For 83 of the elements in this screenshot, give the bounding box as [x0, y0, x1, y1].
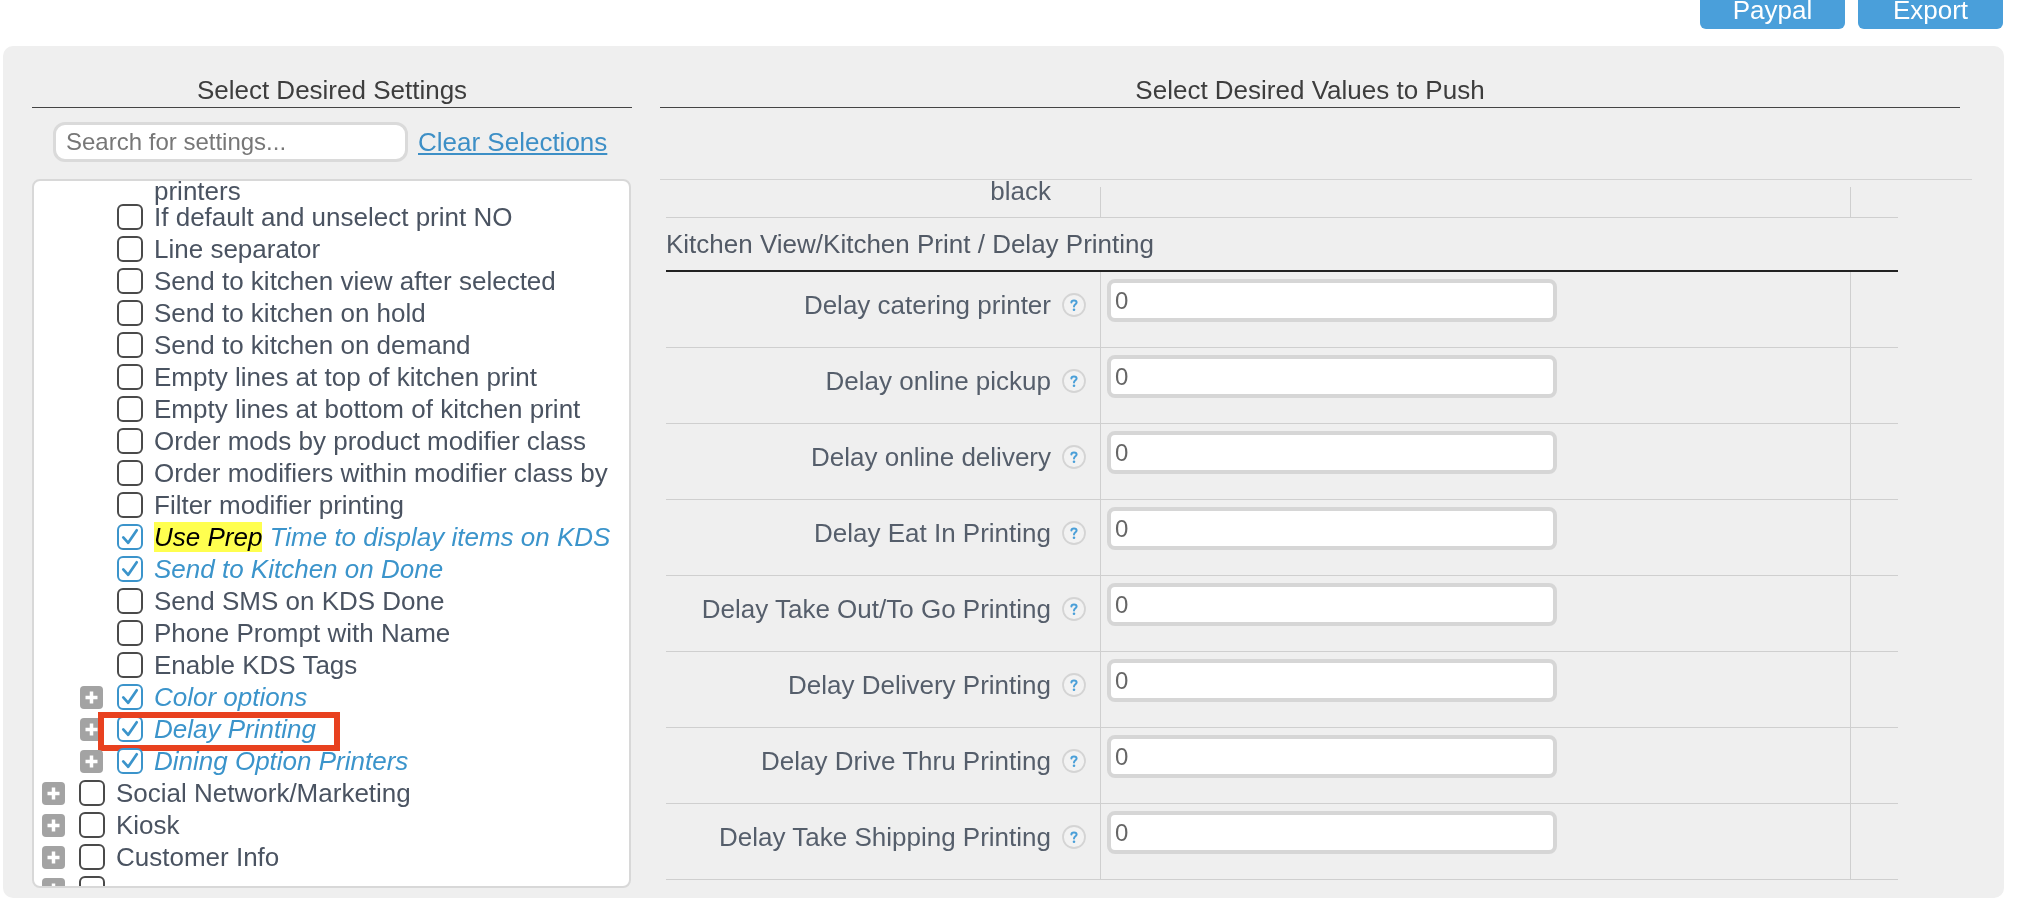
setting-label: Send to Kitchen on Done	[154, 553, 444, 585]
input-field[interactable]: 0	[1107, 583, 1557, 626]
checkbox[interactable]	[117, 620, 143, 646]
checkmark-icon	[121, 528, 139, 546]
setting-label: Order mods by product modifier class	[154, 425, 587, 457]
field-label: Delay online delivery	[811, 442, 1051, 472]
checkbox[interactable]	[117, 364, 143, 390]
checkmark-icon	[121, 688, 139, 706]
checkbox[interactable]	[117, 716, 143, 742]
section-title: Kitchen View/Kitchen Print / Delay Printing	[666, 229, 1154, 259]
field-label: Delay Take Out/To Go Printing	[701, 594, 1051, 624]
checkbox[interactable]	[79, 844, 105, 870]
setting-label: Filter modifier printing	[154, 489, 404, 521]
checkbox[interactable]	[117, 204, 143, 230]
checkbox[interactable]	[117, 748, 143, 774]
setting-label: Kiosk	[116, 809, 180, 841]
panel-title: Select Desired Values to Push	[1135, 74, 1485, 107]
help-icon[interactable]	[1062, 597, 1086, 621]
field-label: Delay Delivery Printing	[788, 670, 1051, 700]
header-button[interactable]: Export	[1858, 0, 2003, 29]
plus-icon[interactable]	[42, 781, 65, 805]
checkbox[interactable]	[117, 428, 143, 454]
panel-title: Select Desired Settings	[196, 74, 468, 107]
checkmark-icon	[121, 752, 139, 770]
setting-label: Dining Option Printers	[154, 745, 409, 777]
setting-label: Empty lines at bottom of kitchen print	[154, 393, 581, 425]
setting-label: Send to kitchen view after selected	[154, 265, 556, 297]
setting-label: Enable KDS Tags	[154, 649, 358, 681]
input-field[interactable]: 0	[1107, 811, 1557, 854]
checkbox[interactable]	[117, 460, 143, 486]
setting-label: Empty lines at top of kitchen print	[154, 361, 537, 393]
checkbox[interactable]	[117, 332, 143, 358]
checkbox[interactable]	[79, 780, 105, 806]
clear-selections-link[interactable]: Clear Selections	[418, 127, 608, 157]
search-field[interactable]: Search for settings...	[53, 122, 408, 162]
checkbox[interactable]	[79, 812, 105, 838]
checkbox[interactable]	[117, 492, 143, 518]
setting-label: Order modifiers within modifier class by	[154, 457, 608, 489]
setting-label: Phone Prompt with Name	[154, 617, 451, 649]
checkbox[interactable]	[117, 268, 143, 294]
plus-icon[interactable]	[80, 685, 103, 709]
help-icon[interactable]	[1062, 445, 1086, 469]
setting-label: Social Network/Marketing	[116, 777, 411, 809]
field-label: black	[990, 180, 1051, 202]
help-icon[interactable]	[1062, 521, 1086, 545]
help-icon[interactable]	[1062, 293, 1086, 317]
checkbox[interactable]	[117, 524, 143, 550]
checkbox[interactable]	[117, 236, 143, 262]
input-field[interactable]: 0	[1107, 431, 1557, 474]
setting-label: Send to kitchen on demand	[154, 329, 471, 361]
help-icon[interactable]	[1062, 825, 1086, 849]
checkmark-icon	[121, 560, 139, 578]
setting-label: Line separator	[154, 233, 321, 265]
header-button[interactable]: Paypal	[1700, 0, 1845, 29]
checkmark-icon	[121, 720, 139, 738]
checkbox[interactable]	[117, 652, 143, 678]
input-field[interactable]: 0	[1107, 735, 1557, 778]
help-icon[interactable]	[1062, 673, 1086, 697]
field-label: Delay online pickup	[825, 366, 1051, 396]
input-field[interactable]: 0	[1107, 355, 1557, 398]
checkbox[interactable]	[117, 556, 143, 582]
setting-label: Color options	[154, 681, 308, 713]
checkbox[interactable]	[117, 300, 143, 326]
setting-label: Send to kitchen on hold	[154, 297, 426, 329]
field-label: Delay Eat In Printing	[814, 518, 1051, 548]
input-field[interactable]: 0	[1107, 507, 1557, 550]
setting-label: Use Prep Time to display items on KDS	[154, 521, 611, 553]
checkbox[interactable]	[117, 588, 143, 614]
setting-label: Delay Printing	[154, 713, 316, 745]
checkbox[interactable]	[117, 684, 143, 710]
plus-icon[interactable]	[42, 845, 65, 869]
plus-icon[interactable]	[42, 813, 65, 837]
help-icon[interactable]	[1062, 749, 1086, 773]
input-field[interactable]: 0	[1107, 279, 1557, 322]
checkbox[interactable]	[117, 396, 143, 422]
setting-label: Customer Info	[116, 841, 280, 873]
field-label: Delay Take Shipping Printing	[719, 822, 1051, 852]
plus-icon[interactable]	[80, 749, 103, 773]
help-icon[interactable]	[1062, 369, 1086, 393]
input-field[interactable]: 0	[1107, 659, 1557, 702]
setting-label: Send SMS on KDS Done	[154, 585, 445, 617]
field-label: Delay Drive Thru Printing	[761, 746, 1051, 776]
field-label: Delay catering printer	[803, 290, 1051, 320]
